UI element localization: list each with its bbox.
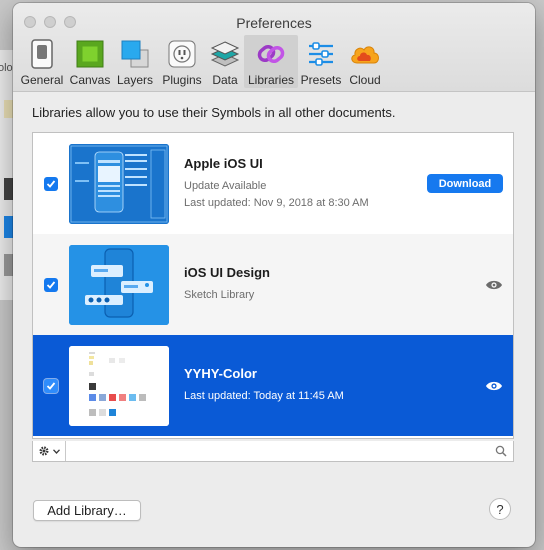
intro-text: Libraries allow you to use their Symbols…	[32, 105, 396, 120]
eye-icon[interactable]	[485, 279, 503, 291]
eye-icon[interactable]	[485, 380, 503, 392]
library-checkbox[interactable]	[44, 176, 58, 191]
library-status: Update Available	[184, 179, 267, 192]
data-icon	[209, 38, 241, 70]
library-last-updated: Last updated: Today at 11:45 AM	[184, 390, 344, 402]
library-thumbnail	[69, 345, 169, 426]
tab-cloud[interactable]: Cloud	[344, 35, 386, 88]
gear-icon	[39, 446, 49, 456]
cloud-icon	[349, 38, 381, 70]
library-name: YYHY-Color	[184, 366, 257, 381]
tab-layers[interactable]: Layers	[112, 35, 158, 88]
library-type: Sketch Library	[184, 289, 255, 301]
library-thumbnail	[69, 244, 169, 325]
background-app-text: olo	[0, 62, 13, 74]
checkmark-icon	[46, 280, 56, 289]
titlebar: Preferences General Canvas Layers Plugin…	[13, 3, 535, 92]
gear-menu-button[interactable]	[33, 441, 66, 461]
plugins-icon	[166, 38, 198, 70]
checkmark-icon	[46, 381, 56, 390]
list-item[interactable]: YYHY-Color Last updated: Today at 11:45 …	[33, 335, 513, 436]
libraries-icon	[255, 38, 287, 70]
library-checkbox[interactable]	[44, 277, 58, 292]
download-button[interactable]: Download	[427, 174, 503, 193]
checkmark-icon	[46, 179, 56, 188]
tab-plugins[interactable]: Plugins	[158, 35, 206, 88]
library-info: YYHY-Color Last updated: Today at 11:45 …	[184, 366, 344, 405]
add-library-button[interactable]: Add Library…	[33, 500, 141, 521]
library-last-updated: Last updated: Nov 9, 2018 at 8:30 AM	[184, 196, 369, 209]
list-footer-bar	[32, 441, 514, 462]
tab-libraries[interactable]: Libraries	[244, 35, 298, 88]
chevron-down-icon	[53, 448, 60, 454]
canvas-icon	[74, 38, 106, 70]
preferences-window: Preferences General Canvas Layers Plugin…	[13, 3, 535, 547]
window-title: Preferences	[236, 15, 312, 31]
library-list[interactable]: Apple iOS UI Update Available Last updat…	[32, 132, 514, 439]
library-checkbox[interactable]	[44, 378, 58, 393]
tab-canvas[interactable]: Canvas	[68, 35, 112, 88]
general-icon	[26, 38, 58, 70]
layers-icon	[119, 38, 151, 70]
presets-icon	[305, 38, 337, 70]
library-thumbnail	[69, 143, 169, 224]
tab-general[interactable]: General	[16, 35, 68, 88]
library-name: Apple iOS UI	[184, 155, 263, 171]
help-button[interactable]: ?	[489, 498, 511, 520]
tab-presets[interactable]: Presets	[298, 35, 344, 88]
library-name: iOS UI Design	[184, 265, 270, 280]
tab-data[interactable]: Data	[206, 35, 244, 88]
library-info: iOS UI Design Sketch Library	[184, 265, 270, 304]
search-icon[interactable]	[495, 445, 507, 457]
library-info: Apple iOS UI Update Available Last updat…	[184, 156, 369, 212]
preferences-toolbar: General Canvas Layers Plugins Data Libra…	[16, 35, 386, 88]
list-item[interactable]: iOS UI Design Sketch Library	[33, 234, 513, 335]
list-item[interactable]: Apple iOS UI Update Available Last updat…	[33, 133, 513, 234]
